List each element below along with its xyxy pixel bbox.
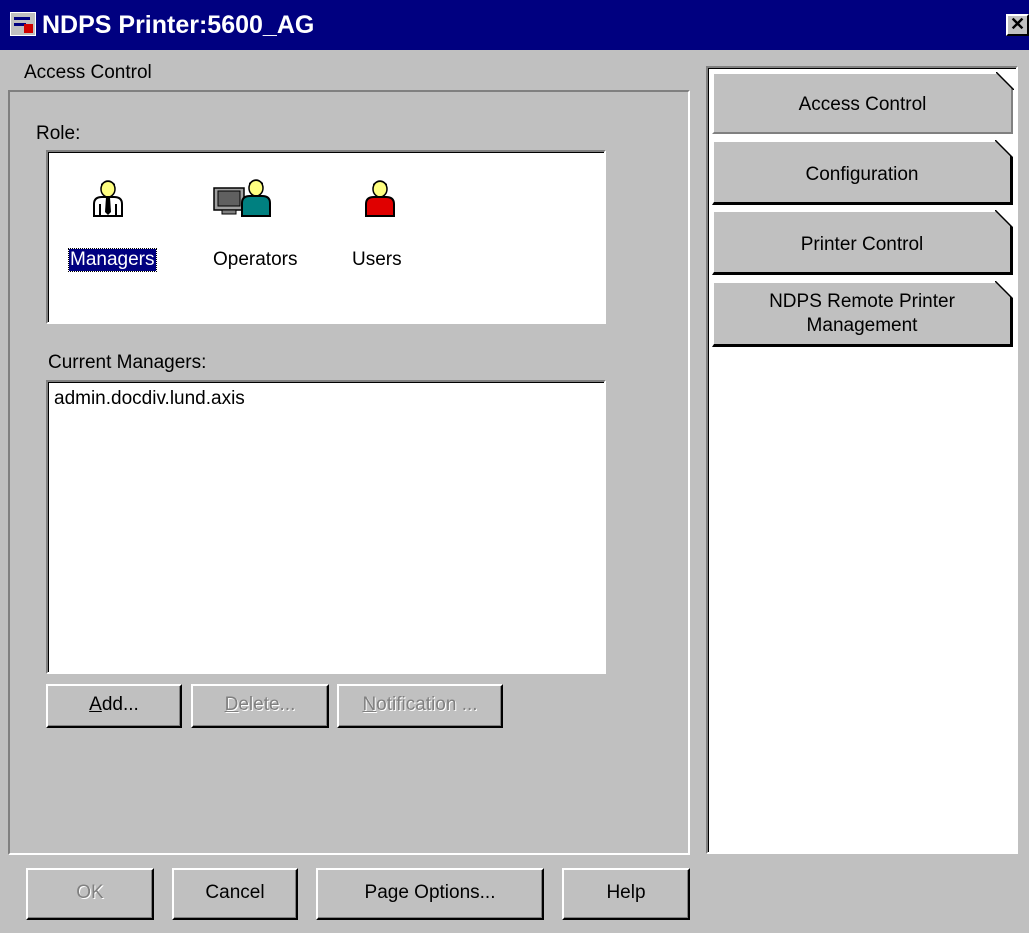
ok-label: OK [76, 882, 104, 903]
tab-configuration-label: Configuration [805, 164, 919, 185]
current-managers-list[interactable]: admin.docdiv.lund.axis [46, 380, 606, 674]
role-label: Role: [36, 123, 81, 144]
page-options-label: Page Options... [364, 882, 496, 903]
title-bar[interactable]: NDPS Printer:5600_AG ✕ [0, 0, 1029, 50]
role-name-users: Users [352, 249, 402, 270]
ok-button[interactable]: OK [26, 868, 154, 920]
page-corner-icon [996, 72, 1014, 90]
tab-access-control[interactable]: Access Control [712, 72, 1014, 134]
page-corner-icon [995, 140, 1013, 158]
list-item[interactable]: admin.docdiv.lund.axis [54, 388, 245, 410]
add-button[interactable]: Add... [46, 684, 182, 728]
tab-remote-label-line2: Management [806, 315, 918, 336]
delete-mnemonic: D [224, 694, 239, 715]
tab-ndps-remote-printer-management[interactable]: NDPS Remote Printer Management [712, 281, 1013, 347]
page-corner-icon [995, 210, 1013, 228]
notification-button[interactable]: Notification ... [337, 684, 503, 728]
manager-person-icon [93, 180, 123, 217]
ndps-printer-dialog: NDPS Printer:5600_AG ✕ Access Control Ro… [0, 0, 1029, 933]
add-mnemonic: A [89, 694, 102, 715]
tab-printer-control[interactable]: Printer Control [712, 210, 1013, 275]
tab-configuration[interactable]: Configuration [712, 140, 1013, 205]
tab-printer-control-label: Printer Control [800, 234, 924, 255]
user-person-icon [365, 180, 395, 217]
cancel-button[interactable]: Cancel [172, 868, 298, 920]
help-label: Help [606, 882, 646, 903]
role-selector: Managers Operators Users [46, 150, 606, 324]
delete-label-rest: elete... [238, 694, 296, 715]
tab-remote-label-line1: NDPS Remote Printer [769, 291, 955, 312]
tab-access-control-label: Access Control [798, 94, 927, 115]
window-title: NDPS Printer:5600_AG [42, 11, 315, 39]
role-name-managers: Managers [68, 248, 157, 272]
close-icon: ✕ [1009, 14, 1026, 34]
role-name-operators: Operators [213, 249, 298, 270]
help-button[interactable]: Help [562, 868, 690, 920]
section-title: Access Control [24, 62, 152, 83]
operator-computer-icon [213, 179, 271, 217]
delete-button[interactable]: Delete... [191, 684, 329, 728]
close-button[interactable]: ✕ [1006, 14, 1029, 36]
notification-mnemonic: N [362, 694, 377, 715]
printer-app-icon [10, 12, 36, 36]
cancel-label: Cancel [205, 882, 265, 903]
notification-label-rest: otification ... [376, 694, 478, 715]
current-members-label: Current Managers: [48, 352, 207, 373]
page-options-button[interactable]: Page Options... [316, 868, 544, 920]
add-label-rest: dd... [101, 694, 139, 715]
